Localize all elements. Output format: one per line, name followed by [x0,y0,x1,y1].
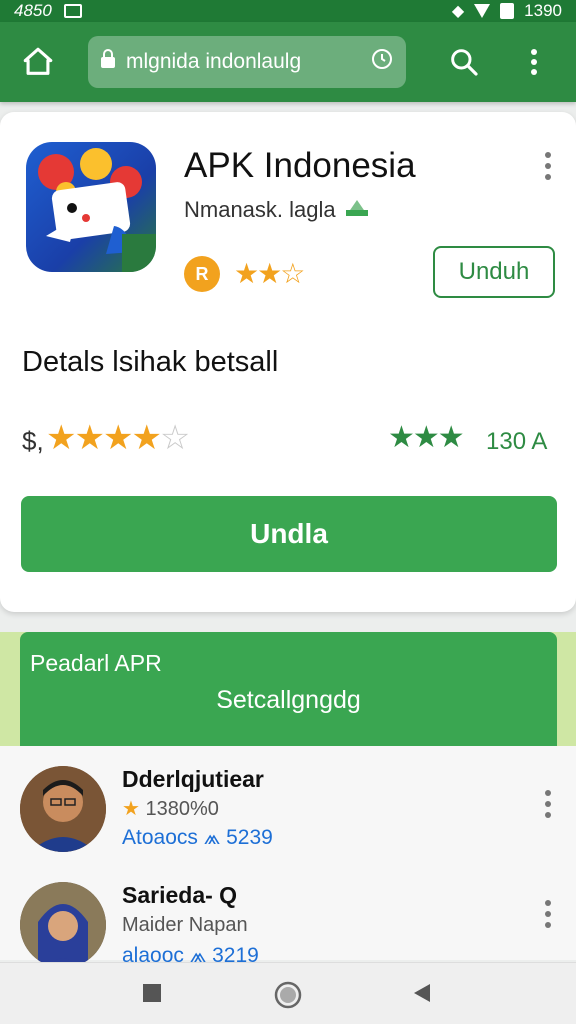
rating-stars: ★★★★☆ [46,418,191,458]
back-icon[interactable] [410,981,438,1009]
more-vert-icon[interactable] [534,788,562,820]
search-icon[interactable] [444,42,484,82]
home-icon[interactable] [18,42,58,82]
status-time-right: 1390 [524,1,562,20]
browser-toolbar: mlgnida indonlaulg [0,22,576,102]
item-stats: Atoaocs ⩕ 5239 [122,826,273,849]
lock-icon [100,49,116,75]
avatar [20,766,106,852]
home-circle-icon[interactable] [274,981,302,1009]
verified-icon [344,196,370,224]
status-time-left: 4850 [14,1,52,20]
item-meta-text: 1380%0 [145,798,219,820]
banner-label: Peadarl APR [30,650,162,676]
url-text: mlgnida indonlaulg [126,50,302,73]
item-meta: ★ 1380%0 [122,796,219,821]
developer-name: Nmanask. lagla [184,197,336,222]
price-symbol: $, [22,426,44,456]
more-vert-icon[interactable] [514,42,554,82]
rating-stars-empty: ☆ [159,419,191,457]
promo-banner[interactable]: Peadarl APR Setcallgngdg [20,632,557,746]
rating-stars-full: ★★★★ [46,419,162,457]
status-bar: 4850 ◆ 1390 [0,0,576,22]
install-button[interactable]: Undla [21,496,557,572]
app-developer: Nmanask. lagla [184,196,370,224]
avatar [20,882,106,968]
recents-icon[interactable] [140,981,168,1009]
more-vert-icon[interactable] [534,150,562,182]
app-badge: R [184,256,220,292]
more-vert-icon[interactable] [534,898,562,930]
wifi-icon: ◆ [451,3,465,20]
green-stars: ★★★ [388,421,465,454]
item-meta: Maider Napan [122,914,248,936]
list-item[interactable]: Dderlqjutiear ★ 1380%0 Atoaocs ⩕ 5239 [0,746,576,856]
app-card: APK Indonesia Nmanask. lagla R ★★☆ Unduh… [0,112,576,612]
star-icon: ★ [122,798,140,820]
download-count: 130 A [486,428,548,455]
app-title: APK Indonesia [184,146,416,185]
install-button-outline[interactable]: Unduh [433,246,555,298]
signal-icon [474,4,491,18]
mail-icon [63,4,82,18]
app-logo [26,142,156,272]
list-item[interactable]: Sarieda- Q Maider Napan alaooc ⩕ 3219 [0,864,576,974]
system-nav-bar [0,962,576,1024]
banner-subtitle: Setcallgngdg [216,686,361,714]
app-stars: ★★☆ [234,258,305,289]
status-icons: ◆ 1390 [452,1,562,21]
battery-icon [500,3,515,19]
item-name: Dderlqjutiear [122,766,264,792]
review-list: Dderlqjutiear ★ 1380%0 Atoaocs ⩕ 5239 Sa… [0,746,576,968]
item-name: Sarieda- Q [122,882,238,908]
url-bar[interactable]: mlgnida indonlaulg [88,36,406,88]
details-title: Detals lsihak betsall [22,346,279,378]
clock-icon[interactable] [370,47,394,77]
